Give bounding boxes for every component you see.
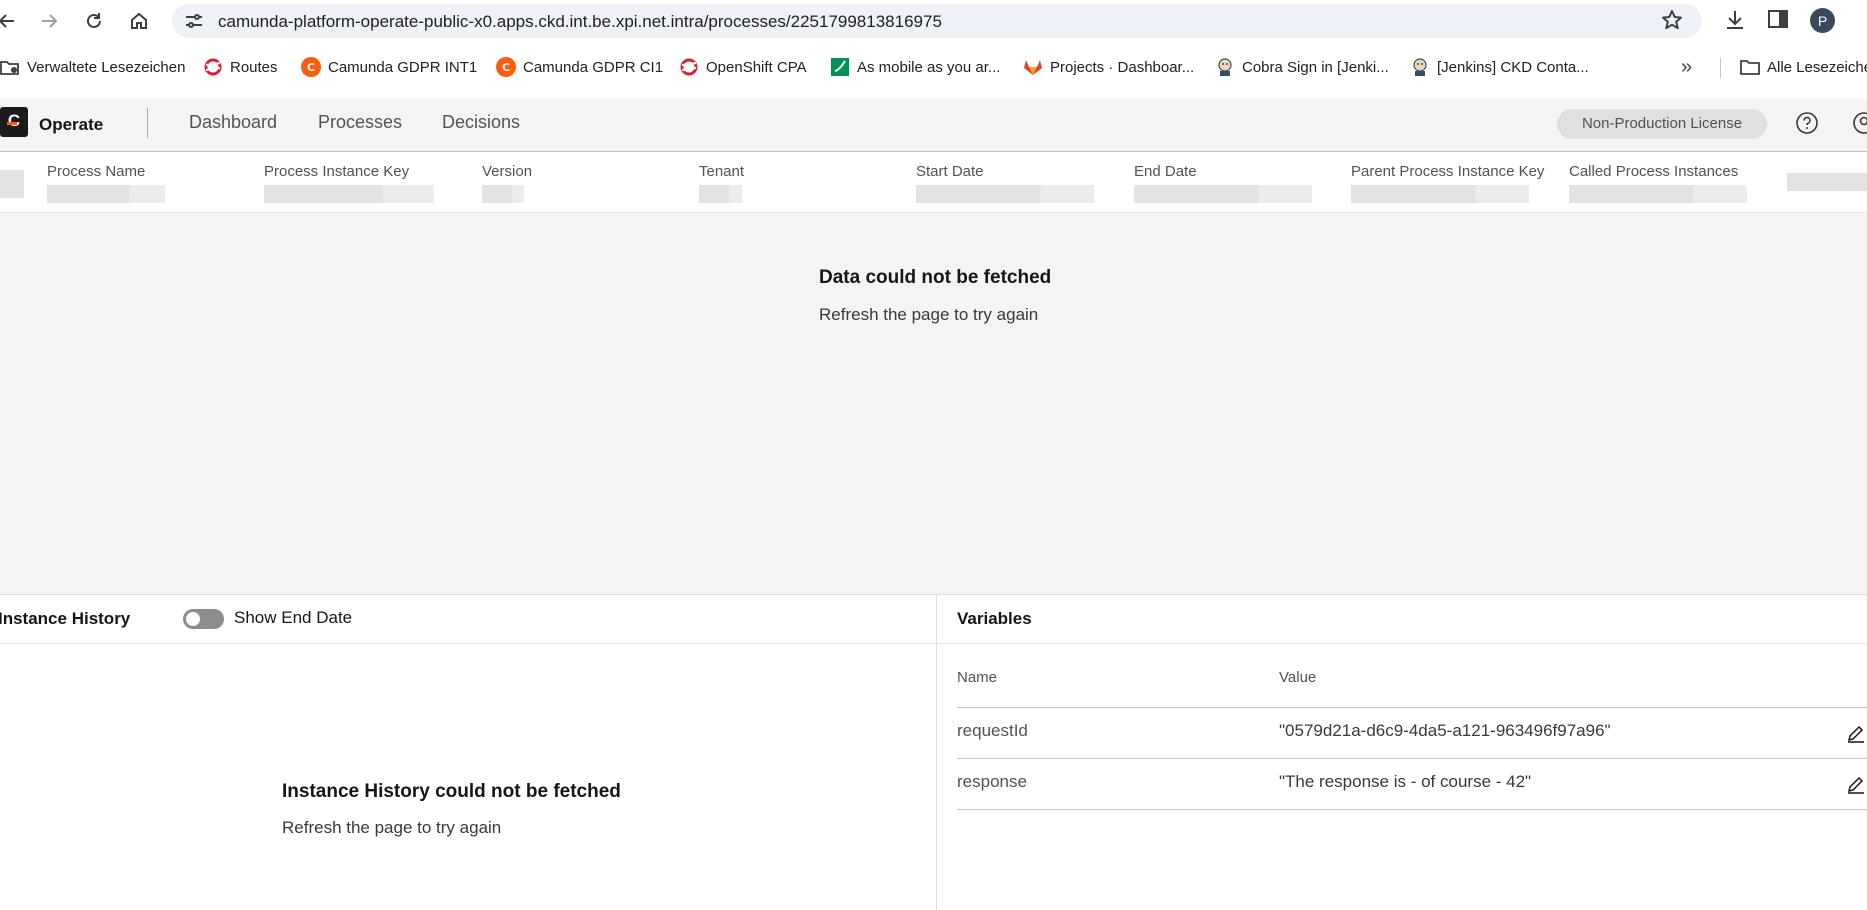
column-called-process-instances: Called Process Instances bbox=[1569, 163, 1747, 203]
all-bookmarks-folder[interactable]: Alle Lesezeichen bbox=[1740, 57, 1867, 77]
bookmark-item[interactable]: Routes bbox=[203, 57, 278, 77]
side-panel-icon[interactable] bbox=[1767, 8, 1789, 35]
column-end-date: End Date bbox=[1134, 163, 1312, 203]
license-badge[interactable]: Non-Production License bbox=[1557, 109, 1767, 139]
column-parent-process-instance-key: Parent Process Instance Key bbox=[1351, 163, 1544, 203]
edit-icon[interactable] bbox=[1846, 723, 1866, 748]
instance-history-panel: Instance History Show End Date Instance … bbox=[0, 595, 937, 910]
logo-accent bbox=[7, 122, 17, 125]
bookmark-item[interactable]: C Camunda GDPR INT1 bbox=[301, 57, 477, 77]
app-header: C Operate Dashboard Processes Decisions … bbox=[0, 98, 1867, 152]
variables-panel: Variables Name Value requestId "0579d21a… bbox=[937, 595, 1867, 910]
variable-row: response "The response is - of course - … bbox=[957, 759, 1867, 810]
app-brand[interactable]: Operate bbox=[39, 115, 103, 135]
divider bbox=[147, 108, 148, 138]
variable-name: response bbox=[957, 772, 1027, 791]
bottom-panels: Instance History Show End Date Instance … bbox=[0, 594, 1867, 910]
value-skeleton bbox=[1569, 185, 1747, 203]
variable-value: "The response is - of course - 42" bbox=[1279, 772, 1532, 791]
bookmark-star-icon[interactable] bbox=[1661, 9, 1683, 36]
variables-header: Variables bbox=[937, 595, 1867, 644]
forward-icon[interactable] bbox=[34, 6, 64, 36]
bookmark-item[interactable]: Cobra Sign in [Jenki... bbox=[1215, 57, 1389, 77]
svg-text:C: C bbox=[502, 61, 510, 74]
managed-bookmarks-icon bbox=[0, 57, 20, 77]
bookmarks-overflow-icon[interactable]: » bbox=[1681, 56, 1692, 79]
edit-icon[interactable] bbox=[1846, 774, 1866, 799]
gitlab-icon bbox=[1023, 57, 1043, 77]
user-icon[interactable] bbox=[1852, 111, 1867, 140]
column-start-date: Start Date bbox=[916, 163, 1094, 203]
history-error-subtitle: Refresh the page to try again bbox=[282, 818, 502, 837]
diagram-panel: Data could not be fetched Refresh the pa… bbox=[0, 214, 1867, 594]
column-header-value: Value bbox=[1279, 669, 1317, 686]
camunda-icon: C bbox=[496, 57, 516, 77]
jenkins-icon bbox=[1215, 57, 1235, 77]
show-end-date-toggle[interactable] bbox=[183, 609, 224, 629]
nav-processes[interactable]: Processes bbox=[318, 112, 402, 133]
help-icon[interactable] bbox=[1795, 111, 1819, 140]
variable-name: requestId bbox=[957, 721, 1028, 740]
nav-dashboard[interactable]: Dashboard bbox=[189, 112, 277, 133]
variables-title: Variables bbox=[957, 609, 1032, 628]
toggle-knob bbox=[186, 612, 200, 626]
bank-icon bbox=[830, 57, 850, 77]
value-skeleton bbox=[1351, 185, 1529, 203]
openshift-icon bbox=[203, 57, 223, 77]
show-end-date-label[interactable]: Show End Date bbox=[234, 608, 352, 628]
instance-history-title: Instance History bbox=[0, 609, 131, 628]
column-header-name: Name bbox=[957, 669, 998, 686]
value-skeleton bbox=[264, 185, 434, 203]
column-tenant: Tenant bbox=[699, 163, 744, 203]
svg-text:C: C bbox=[307, 61, 315, 74]
reload-icon[interactable] bbox=[79, 6, 109, 36]
column-process-instance-key: Process Instance Key bbox=[264, 163, 434, 203]
variables-table-header: Name Value bbox=[957, 653, 1867, 708]
variables-table: Name Value requestId "0579d21a-d6c9-4da5… bbox=[957, 653, 1867, 810]
error-title: Data could not be fetched bbox=[819, 267, 1052, 288]
instance-header: Process Name Process Instance Key Versio… bbox=[0, 153, 1867, 213]
camunda-icon: C bbox=[301, 57, 321, 77]
state-icon-skeleton bbox=[0, 170, 24, 198]
value-skeleton bbox=[47, 185, 165, 203]
value-skeleton bbox=[1134, 185, 1312, 203]
browser-toolbar: camunda-platform-operate-public-x0.apps.… bbox=[0, 0, 1867, 42]
download-icon[interactable] bbox=[1724, 8, 1746, 37]
value-skeleton bbox=[482, 185, 524, 203]
column-process-name: Process Name bbox=[47, 163, 165, 203]
bookmark-item[interactable]: Verwaltete Lesezeichen bbox=[0, 57, 185, 77]
bookmark-item[interactable]: As mobile as you ar... bbox=[830, 57, 1000, 77]
bookmark-item[interactable]: [Jenkins] CKD Conta... bbox=[1410, 57, 1589, 77]
back-icon[interactable] bbox=[0, 6, 22, 36]
variable-value: "0579d21a-d6c9-4da5-a121-963496f97a96" bbox=[1279, 721, 1611, 740]
divider bbox=[1720, 58, 1721, 78]
jenkins-icon bbox=[1410, 57, 1430, 77]
variable-row: requestId "0579d21a-d6c9-4da5-a121-96349… bbox=[957, 708, 1867, 759]
value-skeleton bbox=[699, 185, 742, 203]
nav-decisions[interactable]: Decisions bbox=[442, 112, 520, 133]
openshift-icon bbox=[679, 57, 699, 77]
bookmark-item[interactable]: OpenShift CPA bbox=[679, 57, 807, 77]
bookmark-item[interactable]: Projects · Dashboar... bbox=[1023, 57, 1194, 77]
folder-icon bbox=[1740, 57, 1760, 77]
column-version: Version bbox=[482, 163, 532, 203]
home-icon[interactable] bbox=[124, 6, 154, 36]
url-text[interactable]: camunda-platform-operate-public-x0.apps.… bbox=[218, 12, 942, 32]
operations-skeleton bbox=[1787, 173, 1867, 191]
profile-avatar[interactable]: P bbox=[1810, 8, 1835, 33]
instance-history-header: Instance History Show End Date bbox=[0, 595, 936, 644]
history-error-title: Instance History could not be fetched bbox=[282, 781, 621, 802]
error-subtitle: Refresh the page to try again bbox=[819, 305, 1039, 324]
value-skeleton bbox=[916, 185, 1094, 203]
bookmarks-bar: Verwaltete Lesezeichen Routes C Camunda … bbox=[0, 48, 1867, 88]
site-info-icon[interactable] bbox=[184, 11, 204, 36]
bookmark-item[interactable]: C Camunda GDPR CI1 bbox=[496, 57, 663, 77]
